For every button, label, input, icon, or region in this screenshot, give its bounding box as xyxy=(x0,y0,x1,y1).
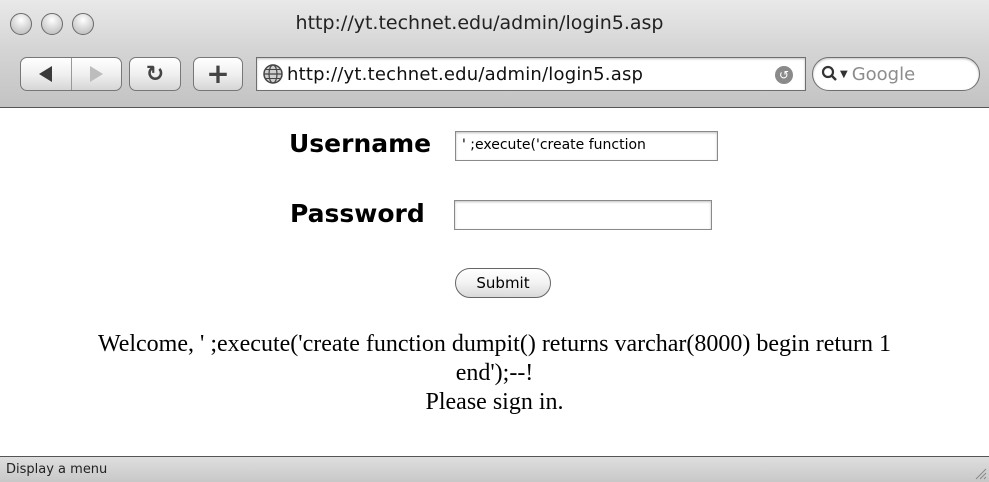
search-field[interactable]: ▼ Google xyxy=(812,57,980,91)
reload-button[interactable]: ↻ xyxy=(129,57,181,91)
forward-button[interactable] xyxy=(70,58,122,90)
welcome-line-2: end');--! xyxy=(455,360,534,386)
welcome-message: Welcome, ' ;execute('create function dum… xyxy=(0,330,989,417)
page-content: Username ' ;execute('create function Pas… xyxy=(0,108,989,456)
back-arrow-icon xyxy=(39,66,53,82)
username-label: Username xyxy=(289,129,432,158)
reload-icon: ↻ xyxy=(145,61,165,87)
magnifier-icon[interactable]: ▼ xyxy=(821,65,848,83)
address-bar[interactable]: http://yt.technet.edu/admin/login5.asp ↺ xyxy=(256,57,806,91)
username-input[interactable]: ' ;execute('create function xyxy=(455,131,718,161)
globe-icon xyxy=(263,64,283,84)
chevron-down-icon: ▼ xyxy=(840,68,848,80)
sign-in-prompt: Please sign in. xyxy=(425,389,564,415)
welcome-line-1: Welcome, ' ;execute('create function dum… xyxy=(97,331,892,357)
window-title: http://yt.technet.edu/admin/login5.asp xyxy=(0,12,989,34)
window-title-text: http://yt.technet.edu/admin/login5.asp xyxy=(295,12,664,34)
snapback-icon[interactable]: ↺ xyxy=(775,66,793,84)
submit-button[interactable]: Submit xyxy=(455,268,551,298)
back-button[interactable] xyxy=(21,58,71,90)
status-text: Display a menu xyxy=(6,462,108,477)
add-bookmark-button[interactable]: + xyxy=(193,57,243,91)
plus-icon: + xyxy=(206,57,230,90)
browser-window: http://yt.technet.edu/admin/login5.asp ↻… xyxy=(0,0,989,482)
status-bar: Display a menu xyxy=(0,456,989,482)
address-text: http://yt.technet.edu/admin/login5.asp xyxy=(287,63,644,85)
search-placeholder: Google xyxy=(851,63,916,85)
password-input[interactable] xyxy=(454,200,712,230)
browser-toolbar: http://yt.technet.edu/admin/login5.asp ↻… xyxy=(0,0,989,108)
resize-grip-icon[interactable] xyxy=(973,466,987,480)
password-label: Password xyxy=(290,199,425,228)
back-forward-group xyxy=(20,57,122,91)
forward-arrow-icon xyxy=(89,66,103,82)
